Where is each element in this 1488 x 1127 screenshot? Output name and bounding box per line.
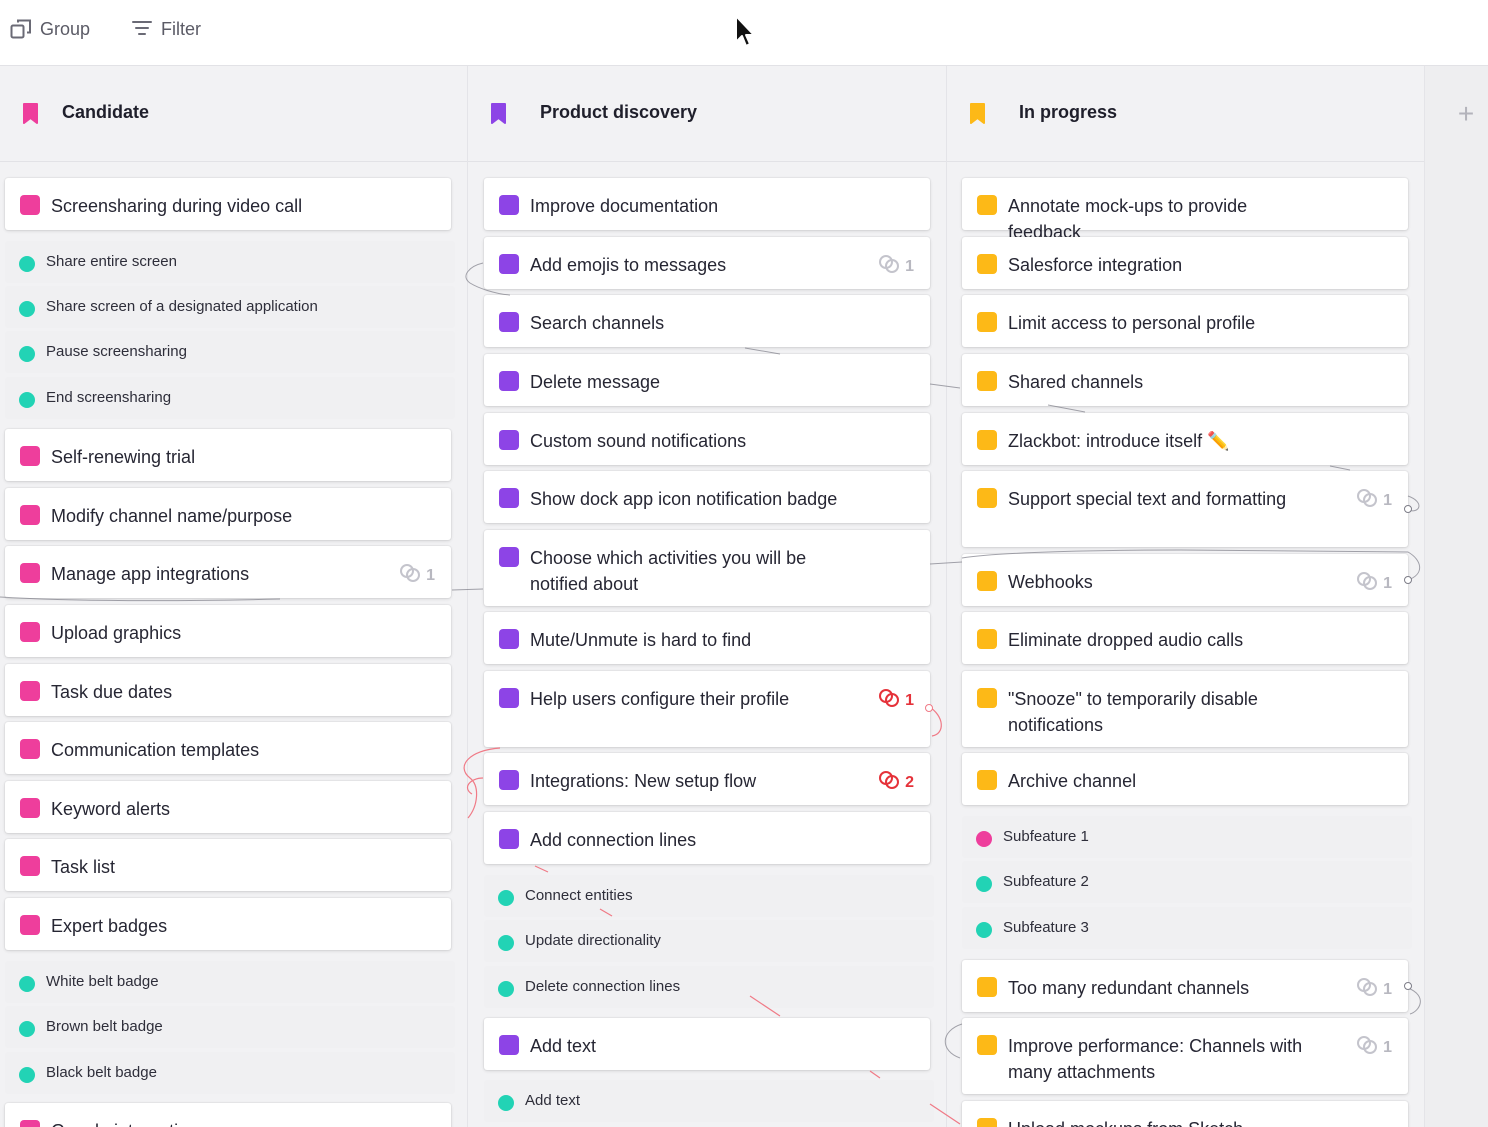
group-label: Group (40, 18, 91, 39)
connection-line (929, 1103, 961, 1125)
connection-lines (0, 262, 1421, 1125)
connection-line (869, 1070, 881, 1079)
connection-line (0, 596, 281, 602)
connection-line (1047, 404, 1086, 413)
board: Candidate Screensharing during video cal… (0, 66, 1488, 1127)
connection-line (599, 908, 613, 917)
filter-icon (131, 18, 153, 40)
connection-line (744, 347, 781, 355)
connection-handle (1404, 982, 1412, 990)
connection-line (929, 561, 963, 565)
connection-line (1407, 987, 1421, 1015)
group-button[interactable]: Group (10, 15, 90, 43)
connection-line (465, 262, 511, 296)
filter-label: Filter (161, 18, 201, 39)
connection-line (534, 865, 549, 873)
connection-line (929, 383, 961, 389)
group-icon (10, 18, 32, 40)
connection-line (961, 549, 1421, 581)
connection-line (749, 995, 781, 1017)
connection-handle (1404, 505, 1412, 513)
filter-button[interactable]: Filter (131, 15, 201, 43)
connection-handle (1404, 576, 1412, 584)
connection-line (944, 1023, 963, 1059)
connection-line (451, 588, 484, 591)
connection-line (1329, 465, 1351, 471)
connection-handle (925, 704, 933, 712)
mouse-cursor-icon (734, 14, 758, 55)
